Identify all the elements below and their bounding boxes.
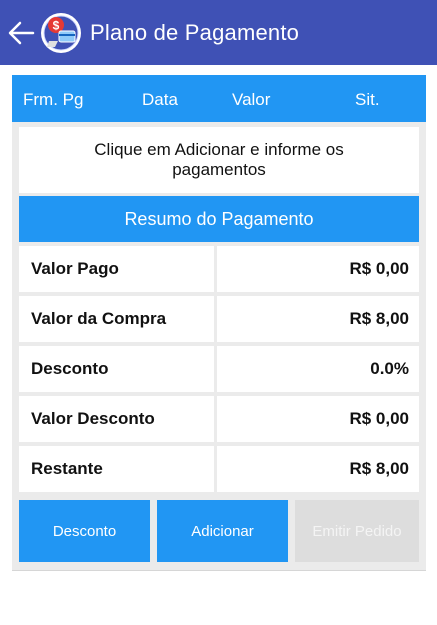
summary-label: Valor da Compra (19, 296, 214, 342)
desconto-button[interactable]: Desconto (19, 500, 150, 562)
divider (12, 570, 426, 571)
payments-table-header: Frm. Pg Data Valor Sit. (12, 75, 426, 122)
summary-label: Restante (19, 446, 214, 492)
summary-row-valor-pago: Valor Pago R$ 0,00 (19, 246, 419, 292)
empty-payments-message: Clique em Adicionar e informe os pagamen… (19, 127, 419, 193)
summary-row-valor-compra: Valor da Compra R$ 8,00 (19, 296, 419, 342)
summary-label: Desconto (19, 346, 214, 392)
summary-row-valor-desconto: Valor Desconto R$ 0,00 (19, 396, 419, 442)
summary-value: 0.0% (217, 346, 419, 392)
page-title: Plano de Pagamento (90, 19, 300, 45)
column-header-valor: Valor (232, 90, 271, 109)
column-header-sit: Sit. (355, 90, 380, 109)
arrow-left-icon (8, 21, 35, 44)
info-message-text: Clique em Adicionar e informe os pagamen… (94, 140, 344, 179)
payment-panel: Frm. Pg Data Valor Sit. Clique em Adicio… (12, 75, 426, 570)
summary-value: R$ 8,00 (217, 296, 419, 342)
emitir-pedido-button[interactable]: Emitir Pedido (295, 500, 419, 562)
svg-text:$: $ (53, 18, 60, 32)
app-bar: $ Plano de Pagamento (0, 0, 437, 65)
summary-header: Resumo do Pagamento (19, 196, 419, 242)
back-button[interactable] (4, 13, 38, 53)
summary-row-restante: Restante R$ 8,00 (19, 446, 419, 492)
column-header-frm-pg: Frm. Pg (23, 90, 84, 109)
summary-row-desconto: Desconto 0.0% (19, 346, 419, 392)
summary-label: Valor Pago (19, 246, 214, 292)
summary-value: R$ 8,00 (217, 446, 419, 492)
summary-value: R$ 0,00 (217, 246, 419, 292)
adicionar-button[interactable]: Adicionar (157, 500, 288, 562)
column-header-data: Data (142, 90, 178, 109)
summary-value: R$ 0,00 (217, 396, 419, 442)
payment-logo-icon: $ (38, 10, 84, 56)
summary-label: Valor Desconto (19, 396, 214, 442)
